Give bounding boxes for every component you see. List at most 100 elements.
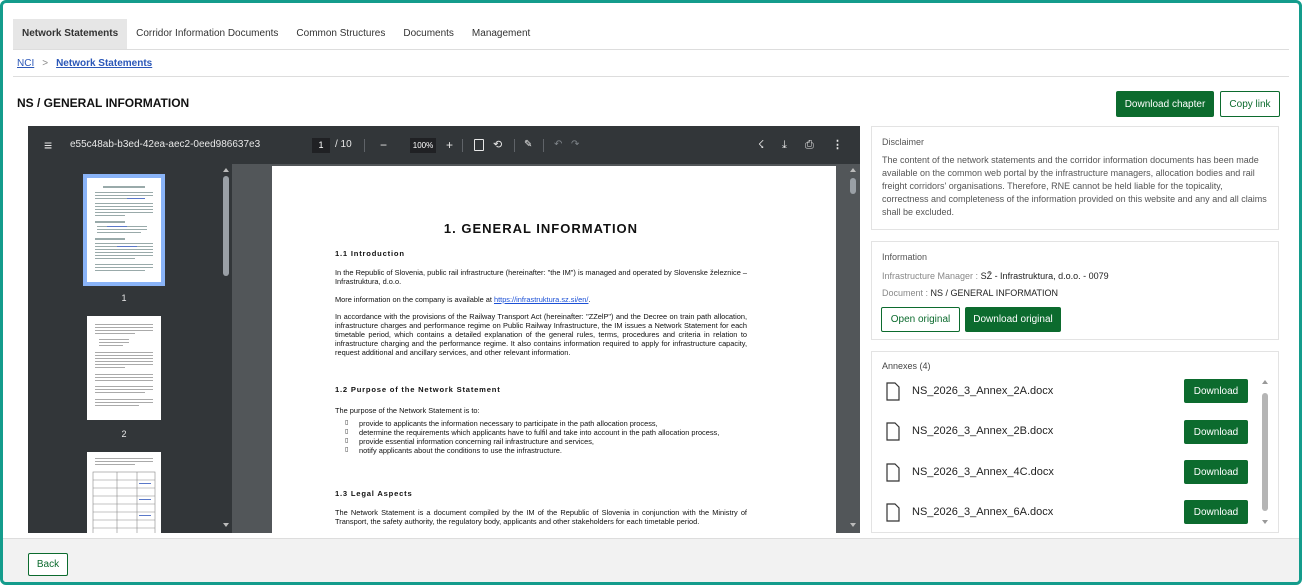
- page-thumbnail-3[interactable]: [87, 452, 161, 533]
- annex-item: NS_2026_3_Annex_4C.docx: [886, 459, 1054, 485]
- document-label: Document :: [882, 288, 929, 298]
- annex-filename: NS_2026_3_Annex_6A.docx: [912, 506, 1054, 518]
- draw-icon[interactable]: ☇: [758, 126, 764, 164]
- document-value: NS / GENERAL INFORMATION: [930, 288, 1059, 298]
- annexes-panel: Annexes (4) NS_2026_3_Annex_2A.docx Down…: [871, 351, 1279, 533]
- annotate-icon[interactable]: ✎: [524, 126, 532, 164]
- doc-bullet: notify applicants about the conditions t…: [345, 446, 747, 455]
- file-icon: [886, 462, 900, 482]
- redo-icon[interactable]: ↷: [571, 126, 579, 164]
- breadcrumb-current-label: Network Statements: [56, 58, 153, 69]
- copy-link-button[interactable]: Copy link: [1220, 91, 1280, 117]
- menu-icon[interactable]: ≡: [44, 126, 52, 164]
- page-total: / 10: [335, 139, 352, 150]
- fit-page-icon[interactable]: [474, 139, 484, 151]
- information-panel: Information Infrastructure Manager : SŽ …: [871, 241, 1279, 340]
- breadcrumb: NCI > Network Statements: [17, 58, 152, 69]
- file-icon: [886, 381, 900, 401]
- doc-paragraph: In accordance with the provisions of the…: [335, 312, 747, 357]
- print-icon[interactable]: ⎙: [805, 126, 814, 164]
- pdf-viewer: ≡ e55c48ab-b3ed-42ea-aec2-0eed986637e3 1…: [28, 126, 860, 533]
- disclaimer-panel: Disclaimer The content of the network st…: [871, 126, 1279, 230]
- zoom-in-icon[interactable]: +: [446, 126, 453, 164]
- toolbar-divider: [364, 139, 365, 152]
- undo-icon[interactable]: ↶: [554, 126, 562, 164]
- doc-bullet-list: provide to applicants the information ne…: [345, 419, 747, 455]
- thumbnail-2-preview: [95, 324, 153, 406]
- tab-corridor-information-documents[interactable]: Corridor Information Documents: [127, 19, 287, 49]
- pdf-filename: e55c48ab-b3ed-42ea-aec2-0eed986637e3: [70, 139, 261, 150]
- tab-common-structures[interactable]: Common Structures: [287, 19, 394, 49]
- page-number-input[interactable]: 1: [312, 138, 330, 153]
- thumbnail-scrollbar[interactable]: [222, 166, 230, 531]
- document-scrollbar[interactable]: [848, 166, 858, 531]
- annexes-scrollbar[interactable]: [1259, 377, 1271, 527]
- thumbnail-sidebar: 1 2: [28, 164, 232, 533]
- zoom-input[interactable]: 100%: [410, 138, 436, 153]
- tab-network-statements[interactable]: Network Statements: [13, 19, 128, 49]
- doc-bullet: determine the requirements which applica…: [345, 428, 747, 437]
- doc-paragraph: The purpose of the Network Statement is …: [335, 406, 480, 415]
- disclaimer-text: The content of the network statements an…: [882, 155, 1267, 217]
- pdf-page: 1. GENERAL INFORMATION 1.1 Introduction …: [272, 166, 836, 533]
- rotate-icon[interactable]: ⟲: [493, 126, 502, 164]
- annex-filename: NS_2026_3_Annex_2A.docx: [912, 385, 1054, 397]
- toolbar-divider: [543, 139, 544, 152]
- doc-title: 1. GENERAL INFORMATION: [443, 221, 639, 236]
- tab-documents[interactable]: Documents: [394, 19, 463, 49]
- download-chapter-button[interactable]: Download chapter: [1116, 91, 1214, 117]
- annex-item: NS_2026_3_Annex_2A.docx: [886, 378, 1053, 404]
- thumbnail-3-preview: [92, 458, 156, 533]
- doc-section-heading: 1.3 Legal Aspects: [335, 489, 413, 498]
- annexes-title: Annexes (4): [882, 361, 931, 371]
- toolbar-divider: [462, 139, 463, 152]
- tabs-divider: [13, 49, 1289, 50]
- doc-paragraph: In the Republic of Slovenia, public rail…: [335, 268, 747, 286]
- main-tabs: Network Statements Corridor Information …: [13, 19, 539, 49]
- annex-download-button[interactable]: Download: [1184, 460, 1248, 484]
- infrastruktura-link[interactable]: https://infrastruktura.sz.si/en/: [494, 295, 588, 304]
- breadcrumb-root-link[interactable]: NCI: [17, 58, 34, 69]
- tab-management[interactable]: Management: [463, 19, 539, 49]
- annex-download-button[interactable]: Download: [1184, 500, 1248, 524]
- doc-paragraph-link: More information on the company is avail…: [335, 295, 747, 304]
- breadcrumb-divider: [13, 76, 1289, 77]
- open-original-button[interactable]: Open original: [881, 307, 960, 332]
- breadcrumb-separator: >: [42, 58, 49, 69]
- file-icon: [886, 421, 900, 441]
- page-thumbnail-1[interactable]: [83, 174, 165, 286]
- app-frame: Network Statements Corridor Information …: [0, 0, 1302, 585]
- annex-item: NS_2026_3_Annex_6A.docx: [886, 499, 1053, 525]
- file-icon: [886, 502, 900, 522]
- thumbnail-2-label: 2: [121, 429, 127, 439]
- page-title: NS / GENERAL INFORMATION: [17, 96, 190, 110]
- annex-download-button[interactable]: Download: [1184, 379, 1248, 403]
- annex-download-button[interactable]: Download: [1184, 420, 1248, 444]
- zoom-out-icon[interactable]: −: [380, 126, 387, 164]
- doc-bullet: provide essential information concerning…: [345, 437, 747, 446]
- download-original-button[interactable]: Download original: [965, 307, 1061, 332]
- more-options-icon[interactable]: ⋮: [832, 126, 843, 164]
- back-button[interactable]: Back: [28, 553, 68, 576]
- information-title: Information: [882, 252, 928, 262]
- thumbnail-1-label: 1: [121, 293, 127, 303]
- thumbnail-1-preview: [95, 186, 153, 271]
- doc-bullet: provide to applicants the information ne…: [345, 419, 747, 428]
- doc-text: More information on the company is avail…: [335, 295, 494, 304]
- pdf-toolbar: ≡ e55c48ab-b3ed-42ea-aec2-0eed986637e3 1…: [28, 126, 860, 164]
- annex-item: NS_2026_3_Annex_2B.docx: [886, 418, 1053, 444]
- annex-filename: NS_2026_3_Annex_2B.docx: [912, 425, 1054, 437]
- im-value: SŽ - Infrastruktura, d.o.o. - 0079: [980, 271, 1109, 281]
- infrastructure-manager-row: Infrastructure Manager : SŽ - Infrastruk…: [882, 270, 1268, 283]
- doc-paragraph: The Network Statement is a document comp…: [335, 508, 747, 526]
- doc-section-heading: 1.1 Introduction: [335, 249, 405, 258]
- page-thumbnail-2[interactable]: [87, 316, 161, 420]
- im-label: Infrastructure Manager :: [882, 271, 979, 281]
- doc-text: .: [588, 295, 591, 304]
- annex-filename: NS_2026_3_Annex_4C.docx: [912, 466, 1054, 478]
- document-row: Document : NS / GENERAL INFORMATION: [882, 287, 1268, 300]
- disclaimer-title: Disclaimer: [882, 137, 925, 147]
- toolbar-divider: [514, 139, 515, 152]
- download-icon[interactable]: ⤓: [782, 126, 787, 164]
- breadcrumb-current-link[interactable]: Network Statements: [56, 58, 152, 69]
